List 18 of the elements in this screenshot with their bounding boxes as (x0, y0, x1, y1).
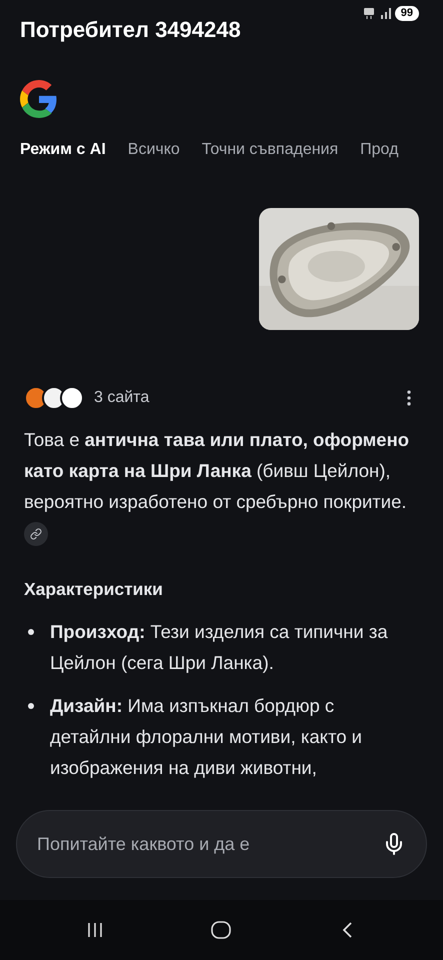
section-heading: Характеристики (24, 578, 164, 601)
battery-level: 99 (394, 6, 419, 20)
bullet-text: Дизайн: Има изпъкнал бордюр с детайлни флорални мотиви, както и изображения на диви животни, (50, 694, 363, 780)
search-tab[interactable]: Точни съвпадения (202, 138, 338, 162)
link-icon (30, 528, 42, 540)
bullet-text: Произход: Тези изделия са типични за Цейлон (сега Шри Ланка). (50, 620, 389, 676)
answer-paragraph: Това е антична тава или плато, оформено като карта на Шри Ланка (бивш Цейлон), вероятно изработено от сребърно покритие. (24, 424, 419, 548)
home-icon[interactable] (210, 919, 232, 941)
search-bar[interactable]: Попитайте каквото и да е (16, 810, 427, 878)
sources-count[interactable]: 3 сайта (94, 386, 150, 410)
search-tab[interactable]: Прод (360, 138, 398, 162)
signal-icon (378, 7, 391, 19)
account-name: Потребител 3494248 (19, 16, 242, 44)
google-logo-icon (20, 80, 58, 118)
search-tab[interactable]: Режим с AI (20, 138, 106, 162)
source-link-button[interactable] (24, 522, 48, 546)
network-icon (362, 7, 375, 19)
search-tab[interactable]: Всичко (128, 138, 180, 162)
